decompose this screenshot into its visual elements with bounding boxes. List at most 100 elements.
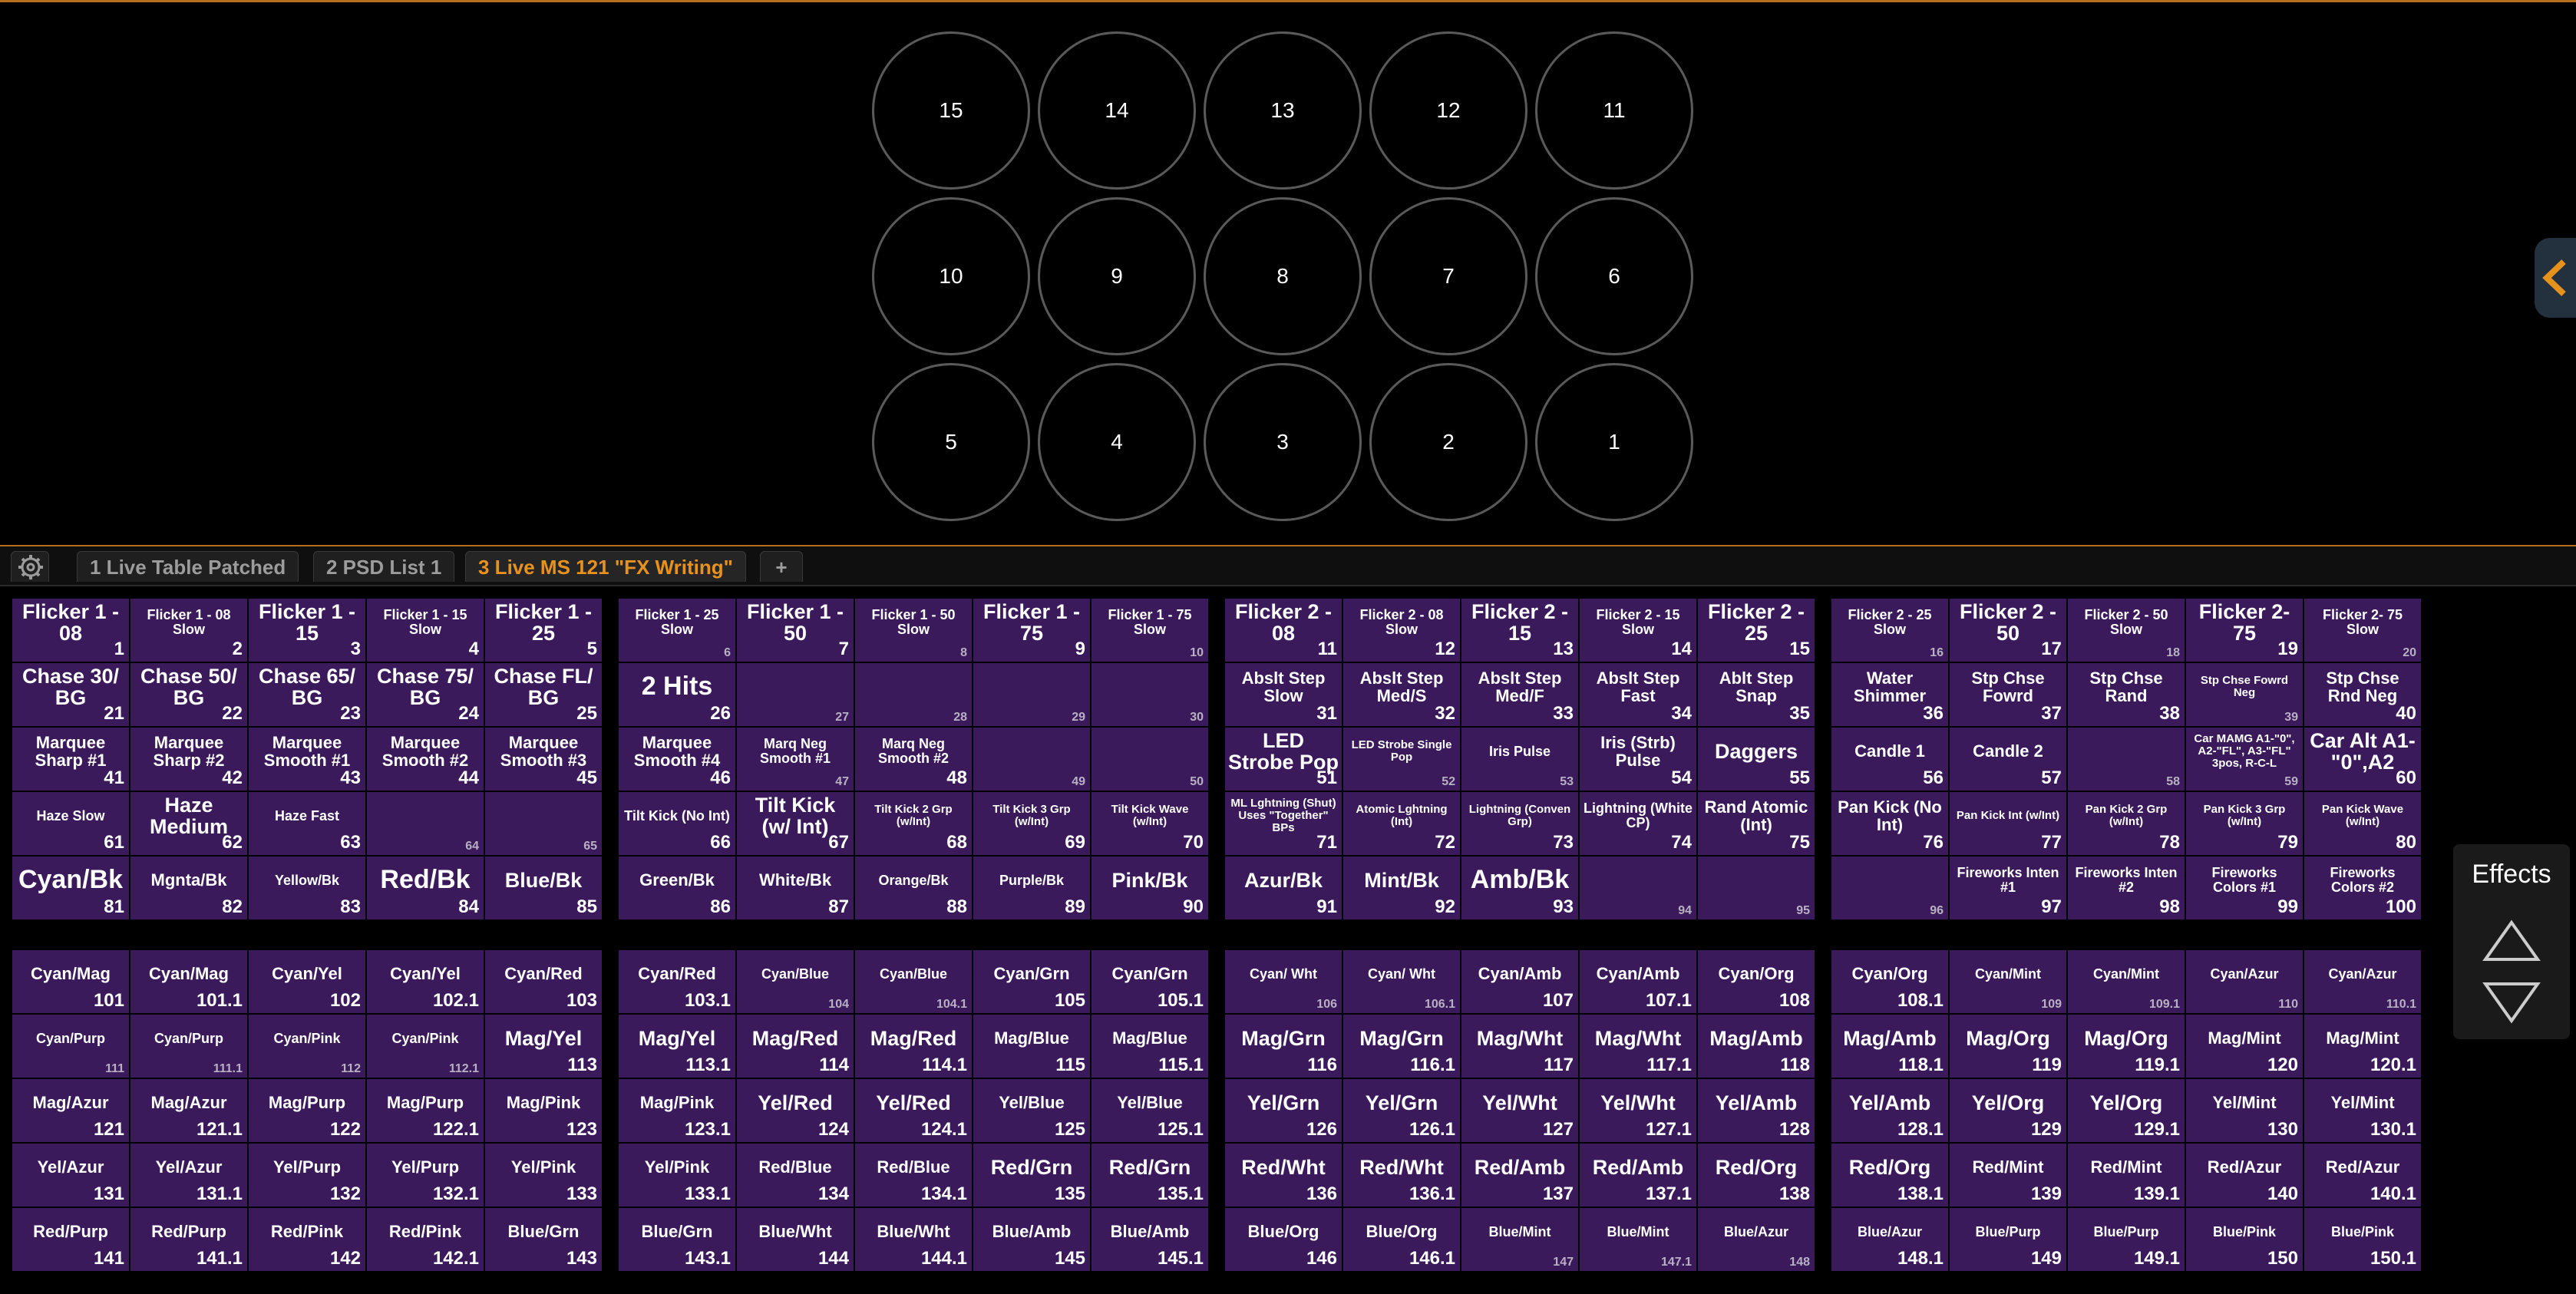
magic-button[interactable]: Yel/Azur 131: [12, 1144, 129, 1207]
channel-circle[interactable]: 10: [872, 197, 1030, 355]
magic-button[interactable]: Mag/Purp 122: [249, 1079, 365, 1142]
magic-button[interactable]: Tilt Kick 2 Grp (w/Int) 68: [855, 792, 972, 855]
magic-button[interactable]: Mag/Yel 113.1: [619, 1015, 735, 1078]
magic-button[interactable]: Red/Amb 137.1: [1580, 1144, 1696, 1207]
magic-button[interactable]: Flicker 2 - 50 17: [1950, 599, 2066, 662]
magic-button[interactable]: 95: [1698, 857, 1815, 919]
magic-button[interactable]: Yel/Org 129: [1950, 1079, 2066, 1142]
magic-button[interactable]: Cyan/Yel 102: [249, 950, 365, 1013]
magic-button[interactable]: Fireworks Inten #2 98: [2068, 857, 2185, 919]
magic-button[interactable]: ML Lghtning (Shut) Uses "Together" BPs 71: [1225, 792, 1342, 855]
magic-button[interactable]: Flicker 1 - 25 Slow 6: [619, 599, 735, 662]
magic-button[interactable]: Cyan/Org 108.1: [1831, 950, 1948, 1013]
magic-button[interactable]: Mag/Azur 121: [12, 1079, 129, 1142]
magic-button[interactable]: Red/Purp 141.1: [130, 1208, 247, 1271]
magic-button[interactable]: Cyan/Blue 104: [737, 950, 854, 1013]
magic-button[interactable]: Red/Wht 136: [1225, 1144, 1342, 1207]
magic-button[interactable]: Yel/Red 124.1: [855, 1079, 972, 1142]
magic-button[interactable]: Stp Chse Fowrd 37: [1950, 663, 2066, 726]
magic-button[interactable]: Yel/Pink 133: [485, 1144, 602, 1207]
magic-button[interactable]: Mag/Red 114: [737, 1015, 854, 1078]
magic-button[interactable]: Marquee Sharp #1 41: [12, 728, 129, 791]
magic-button[interactable]: Red/Org 138.1: [1831, 1144, 1948, 1207]
magic-button[interactable]: Chase 50/ BG 22: [130, 663, 247, 726]
magic-button[interactable]: Cyan/Amb 107.1: [1580, 950, 1696, 1013]
magic-button[interactable]: Mag/Grn 116.1: [1343, 1015, 1460, 1078]
magic-button[interactable]: Flicker 1 - 50 Slow 8: [855, 599, 972, 662]
channel-circle[interactable]: 1: [1535, 363, 1693, 521]
magic-button[interactable]: Yel/Amb 128: [1698, 1079, 1815, 1142]
magic-button[interactable]: Fireworks Colors #2 100: [2304, 857, 2421, 919]
magic-button[interactable]: Cyan/ Wht 106.1: [1343, 950, 1460, 1013]
magic-button[interactable]: Yel/Grn 126.1: [1343, 1079, 1460, 1142]
magic-button[interactable]: White/Bk 87: [737, 857, 854, 919]
magic-button[interactable]: Red/Org 138: [1698, 1144, 1815, 1207]
magic-button[interactable]: Mag/Blue 115: [973, 1015, 1090, 1078]
magic-button[interactable]: 29: [973, 663, 1090, 726]
magic-button[interactable]: Mag/Wht 117: [1461, 1015, 1578, 1078]
magic-button[interactable]: Blue/Pink 150.1: [2304, 1208, 2421, 1271]
magic-button[interactable]: Tilt Kick (w/ Int) 67: [737, 792, 854, 855]
magic-button[interactable]: Abslt Step Slow 31: [1225, 663, 1342, 726]
magic-button[interactable]: Blue/Org 146.1: [1343, 1208, 1460, 1271]
magic-button[interactable]: Cyan/Amb 107: [1461, 950, 1578, 1013]
magic-button[interactable]: Cyan/Bk 81: [12, 857, 129, 919]
magic-button[interactable]: Red/Azur 140.1: [2304, 1144, 2421, 1207]
magic-button[interactable]: Red/Mint 139: [1950, 1144, 2066, 1207]
magic-button[interactable]: Abslt Step Med/F 33: [1461, 663, 1578, 726]
magic-button[interactable]: Daggers 55: [1698, 728, 1815, 791]
magic-button[interactable]: Cyan/Org 108: [1698, 950, 1815, 1013]
magic-button[interactable]: Yel/Grn 126: [1225, 1079, 1342, 1142]
magic-button[interactable]: Red/Pink 142.1: [367, 1208, 484, 1271]
magic-button[interactable]: Marquee Smooth #2 44: [367, 728, 484, 791]
magic-button[interactable]: Cyan/Azur 110.1: [2304, 950, 2421, 1013]
magic-button[interactable]: Marquee Sharp #2 42: [130, 728, 247, 791]
magic-button[interactable]: 65: [485, 792, 602, 855]
magic-button[interactable]: Yel/Wht 127: [1461, 1079, 1578, 1142]
magic-button[interactable]: Flicker 2 - 08 11: [1225, 599, 1342, 662]
magic-button[interactable]: Mag/Org 119.1: [2068, 1015, 2185, 1078]
magic-button[interactable]: Yellow/Bk 83: [249, 857, 365, 919]
magic-button[interactable]: 2 Hits 26: [619, 663, 735, 726]
magic-button[interactable]: Cyan/Red 103.1: [619, 950, 735, 1013]
magic-button[interactable]: Cyan/Grn 105: [973, 950, 1090, 1013]
magic-button[interactable]: Blue/Purp 149.1: [2068, 1208, 2185, 1271]
magic-button[interactable]: Flicker 2 - 08 Slow 12: [1343, 599, 1460, 662]
magic-button[interactable]: Yel/Org 129.1: [2068, 1079, 2185, 1142]
channel-circle[interactable]: 9: [1038, 197, 1196, 355]
magic-button[interactable]: Candle 1 56: [1831, 728, 1948, 791]
magic-button[interactable]: Blue/Org 146: [1225, 1208, 1342, 1271]
magic-button[interactable]: 94: [1580, 857, 1696, 919]
magic-button[interactable]: Haze Fast 63: [249, 792, 365, 855]
magic-button[interactable]: 58: [2068, 728, 2185, 791]
magic-button[interactable]: Flicker 2- 75 19: [2186, 599, 2303, 662]
magic-button[interactable]: Yel/Purp 132.1: [367, 1144, 484, 1207]
magic-button[interactable]: Flicker 1 - 08 Slow 2: [130, 599, 247, 662]
magic-button[interactable]: Mag/Mint 120: [2186, 1015, 2303, 1078]
magic-button[interactable]: Cyan/Mint 109.1: [2068, 950, 2185, 1013]
magic-button[interactable]: Chase FL/ BG 25: [485, 663, 602, 726]
magic-button[interactable]: Mag/Blue 115.1: [1091, 1015, 1208, 1078]
magic-button[interactable]: 96: [1831, 857, 1948, 919]
magic-button[interactable]: Stp Chse Rnd Neg 40: [2304, 663, 2421, 726]
magic-button[interactable]: Yel/Wht 127.1: [1580, 1079, 1696, 1142]
magic-button[interactable]: Pink/Bk 90: [1091, 857, 1208, 919]
magic-button[interactable]: Cyan/ Wht 106: [1225, 950, 1342, 1013]
magic-button[interactable]: Chase 65/ BG 23: [249, 663, 365, 726]
magic-button[interactable]: Yel/Mint 130: [2186, 1079, 2303, 1142]
magic-button[interactable]: Flicker 1 - 15 Slow 4: [367, 599, 484, 662]
magic-button[interactable]: Yel/Blue 125.1: [1091, 1079, 1208, 1142]
magic-button[interactable]: Blue/Azur 148: [1698, 1208, 1815, 1271]
magic-button[interactable]: Iris (Strb) Pulse 54: [1580, 728, 1696, 791]
magic-button[interactable]: Red/Grn 135.1: [1091, 1144, 1208, 1207]
magic-button[interactable]: Azur/Bk 91: [1225, 857, 1342, 919]
tab-psd-list[interactable]: 2 PSD List 1: [313, 551, 455, 582]
magic-button[interactable]: Red/Bk 84: [367, 857, 484, 919]
magic-button[interactable]: Marquee Smooth #1 43: [249, 728, 365, 791]
magic-button[interactable]: Flicker 1 - 75 9: [973, 599, 1090, 662]
magic-button[interactable]: Red/Blue 134: [737, 1144, 854, 1207]
magic-button[interactable]: Mag/Amb 118: [1698, 1015, 1815, 1078]
magic-button[interactable]: Abslt Step Fast 34: [1580, 663, 1696, 726]
channel-circle[interactable]: 8: [1204, 197, 1362, 355]
magic-button[interactable]: 50: [1091, 728, 1208, 791]
